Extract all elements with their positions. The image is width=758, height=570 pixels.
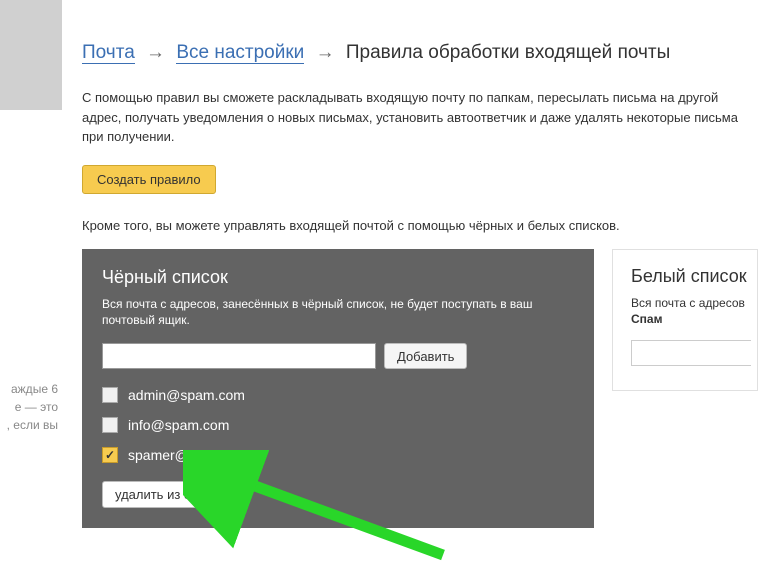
blacklist-checkbox[interactable] <box>102 387 118 403</box>
whitelist-email-input[interactable] <box>631 340 751 366</box>
breadcrumb-current: Правила обработки входящей почты <box>346 42 670 63</box>
main-content: Почта → Все настройки → Правила обработк… <box>62 0 758 528</box>
blacklist-item: info@spam.com <box>102 417 574 433</box>
lists-row: Чёрный список Вся почта с адресов, занес… <box>82 249 758 529</box>
blacklist-checkbox[interactable] <box>102 417 118 433</box>
arrow-icon: → <box>316 42 335 63</box>
page-description: С помощью правил вы сможете раскладывать… <box>82 88 742 147</box>
blacklist-checkbox[interactable] <box>102 447 118 463</box>
blacklist-description: Вся почта с адресов, занесённых в чёрный… <box>102 296 574 330</box>
blacklist-add-button[interactable]: Добавить <box>384 343 467 369</box>
arrow-icon: → <box>146 42 165 63</box>
whitelist-description: Вся почта с адресов Спам <box>631 295 757 329</box>
whitelist-title: Белый список <box>631 266 757 287</box>
lists-description: Кроме того, вы можете управлять входящей… <box>82 218 758 233</box>
sidebar-grey-block <box>0 0 62 110</box>
sidebar-left: аждые 6 е — это , если вы <box>0 0 62 552</box>
blacklist-title: Чёрный список <box>102 267 574 288</box>
blacklist-item: admin@spam.com <box>102 387 574 403</box>
breadcrumb-settings-link[interactable]: Все настройки <box>176 42 304 64</box>
blacklist-panel: Чёрный список Вся почта с адресов, занес… <box>82 249 594 529</box>
blacklist-email-label: info@spam.com <box>128 417 229 433</box>
create-rule-button[interactable]: Создать правило <box>82 165 216 194</box>
whitelist-panel: Белый список Вся почта с адресов Спам <box>612 249 758 391</box>
blacklist-email-label: spamer@spam.com <box>128 447 253 463</box>
blacklist-add-row: Добавить <box>102 343 574 369</box>
blacklist-item: spamer@spam.com <box>102 447 574 463</box>
blacklist-email-label: admin@spam.com <box>128 387 245 403</box>
breadcrumb-mail-link[interactable]: Почта <box>82 42 135 64</box>
blacklist-email-input[interactable] <box>102 343 376 369</box>
sidebar-partial-text: аждые 6 е — это , если вы <box>0 380 62 434</box>
breadcrumb: Почта → Все настройки → Правила обработк… <box>82 16 758 64</box>
blacklist-remove-button[interactable]: удалить из списка <box>102 481 237 508</box>
